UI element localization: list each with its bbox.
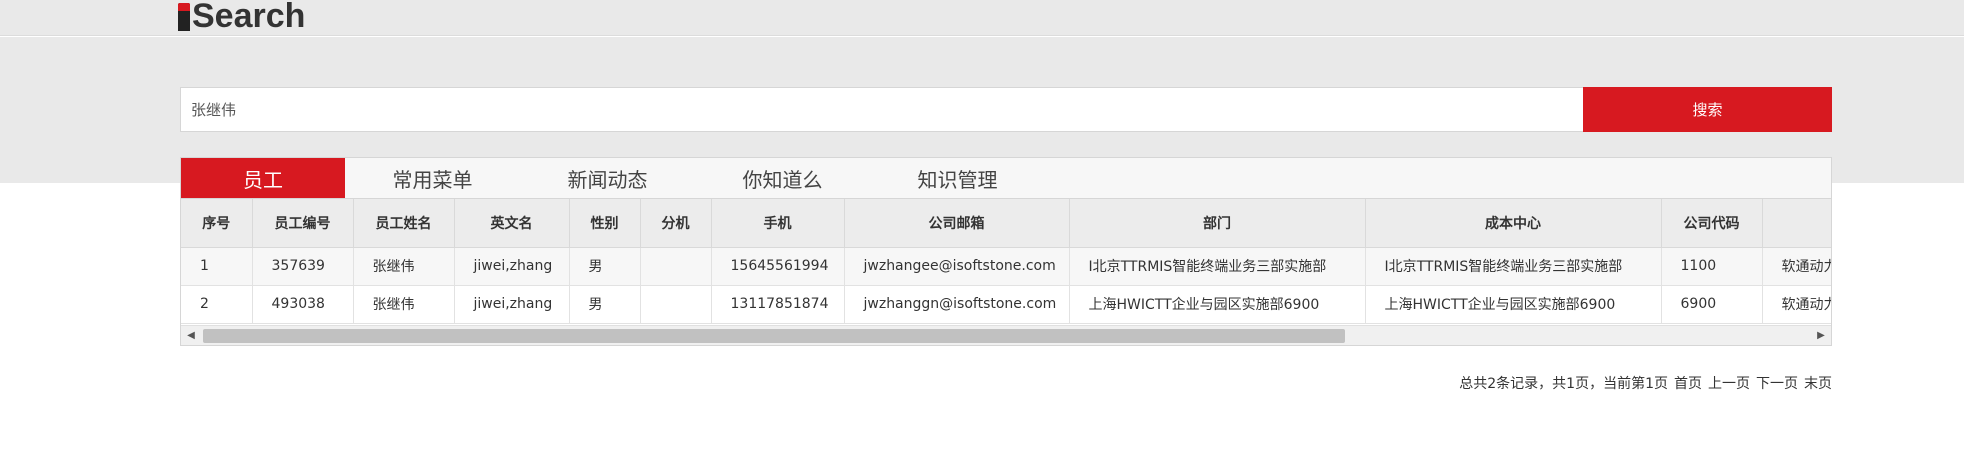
employee-results-table: 序号 员工编号 员工姓名 英文名 性别 分机 手机 公司邮箱 部门 成本中心 公… (180, 198, 1832, 346)
table-cell: 软通动力 (1762, 285, 1831, 324)
table-cell: 1 (181, 247, 253, 286)
column-header: 成本中心 (1365, 199, 1662, 248)
column-header: 性别 (569, 199, 641, 248)
column-header: 员工姓名 (353, 199, 455, 248)
table-cell: 上海HWICTT企业与园区实施部6900 (1365, 285, 1662, 324)
table-cell: jiwei,zhang (454, 285, 570, 324)
column-header: 英文名 (454, 199, 570, 248)
scroll-right-icon[interactable]: ▶ (1811, 326, 1831, 345)
table-cell: 2 (181, 285, 253, 324)
tab-news[interactable]: 新闻动态 (520, 158, 695, 203)
table-cell (640, 285, 712, 324)
table-cell: 15645561994 (711, 247, 845, 286)
table-cell: I北京TTRMIS智能终端业务三部实施部 (1365, 247, 1662, 286)
tab-common-menu[interactable]: 常用菜单 (345, 158, 520, 203)
prev-page-link[interactable]: 上一页 (1708, 373, 1750, 393)
table-cell: jiwei,zhang (454, 247, 570, 286)
table-cell: 男 (569, 285, 641, 324)
table-cell: 357639 (252, 247, 354, 286)
top-bar: Search (0, 0, 1964, 36)
tab-employee[interactable]: 员工 (181, 158, 345, 203)
next-page-link[interactable]: 下一页 (1756, 373, 1798, 393)
table-cell: 1100 (1661, 247, 1763, 286)
logo: Search (178, 0, 305, 36)
column-header: 手机 (711, 199, 845, 248)
pagination-summary: 总共2条记录，共1页，当前第1页 (1459, 376, 1668, 392)
search-button[interactable]: 搜索 (1583, 87, 1832, 132)
column-header: 序号 (181, 199, 253, 248)
table-cell: 男 (569, 247, 641, 286)
table-cell: 6900 (1661, 285, 1763, 324)
table-cell: jwzhangee@isoftstone.com (844, 247, 1070, 286)
logo-mark-icon (178, 3, 190, 31)
column-header (1762, 199, 1831, 248)
column-header: 公司代码 (1661, 199, 1763, 248)
table-cell: 493038 (252, 285, 354, 324)
last-page-link[interactable]: 末页 (1804, 373, 1832, 393)
table-row[interactable]: 1 357639 张继伟 jiwei,zhang 男 15645561994 j… (181, 247, 1831, 286)
pagination: 总共2条记录，共1页，当前第1页 首页 上一页 下一页 末页 (1459, 373, 1832, 393)
table-cell (640, 247, 712, 286)
column-header: 分机 (640, 199, 712, 248)
first-page-link[interactable]: 首页 (1674, 373, 1702, 393)
table-header-row: 序号 员工编号 员工姓名 英文名 性别 分机 手机 公司邮箱 部门 成本中心 公… (181, 199, 1831, 248)
table-cell: 张继伟 (353, 285, 455, 324)
search-band: 搜索 员工 常用菜单 新闻动态 你知道么 知识管理 (0, 37, 1964, 204)
scrollbar-thumb[interactable] (203, 329, 1345, 343)
tab-did-you-know[interactable]: 你知道么 (695, 158, 870, 203)
column-header: 公司邮箱 (844, 199, 1070, 248)
logo-text: Search (192, 0, 306, 35)
tab-knowledge[interactable]: 知识管理 (870, 158, 1045, 203)
horizontal-scrollbar[interactable]: ◀ ▶ (181, 325, 1831, 345)
table-cell: 软通动力 (1762, 247, 1831, 286)
category-tabs: 员工 常用菜单 新闻动态 你知道么 知识管理 (180, 157, 1832, 204)
table-cell: 张继伟 (353, 247, 455, 286)
table-cell: 13117851874 (711, 285, 845, 324)
table-cell: 上海HWICTT企业与园区实施部6900 (1069, 285, 1366, 324)
table-cell: I北京TTRMIS智能终端业务三部实施部 (1069, 247, 1366, 286)
table-cell: jwzhanggn@isoftstone.com (844, 285, 1070, 324)
column-header: 部门 (1069, 199, 1366, 248)
search-input[interactable] (180, 87, 1584, 132)
column-header: 员工编号 (252, 199, 354, 248)
scroll-left-icon[interactable]: ◀ (181, 326, 201, 345)
table-row[interactable]: 2 493038 张继伟 jiwei,zhang 男 13117851874 j… (181, 285, 1831, 324)
